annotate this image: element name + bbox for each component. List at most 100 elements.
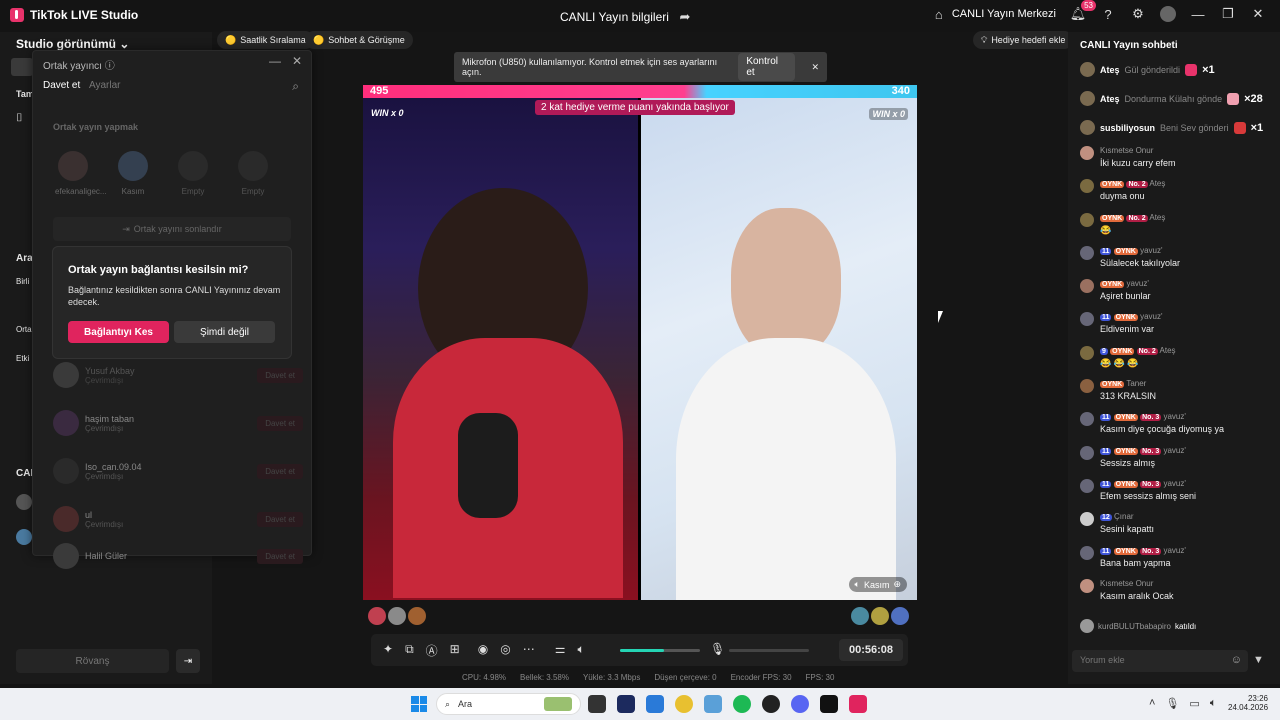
add-source-icon[interactable]: ⊞ [450,642,460,659]
chat-message[interactable]: 11 OYNK No. 3 yavuz' Bana bam yapma [1080,545,1270,579]
mic-slider[interactable] [729,649,809,652]
tiktok-live-studio-icon[interactable] [849,695,867,713]
add-icon[interactable]: ⊕ [893,579,901,590]
chat-message[interactable]: 12 Çınar Sesini kapattı [1080,512,1270,545]
avatar [1080,578,1094,593]
list-item: Halil Güler Davet et [53,543,303,569]
dialog-body: Bağlantınız kesildikten sonra CANLI Yayı… [68,285,281,307]
app-icon[interactable] [762,695,780,713]
chevron-up-icon[interactable]: ˄ [1149,697,1155,710]
filter-icon[interactable]: ▼ [1253,654,1264,666]
tab-settings[interactable]: Ayarlar [89,80,121,91]
invite-button[interactable]: Davet et [257,463,303,479]
invite-button[interactable]: Davet et [257,367,303,383]
avatar[interactable] [408,607,426,625]
avatar[interactable] [871,607,889,625]
share-icon[interactable]: ➦ [677,9,693,25]
volume-slider[interactable] [620,649,700,652]
avatar[interactable] [891,607,909,625]
rematch-button[interactable]: Rövanş [16,649,169,673]
minimize-icon[interactable]: — [1190,6,1206,22]
slot[interactable]: Kasım [115,151,151,196]
studio-view-dropdown[interactable]: Studio görünümü ⌄ [16,37,129,51]
tiktok-icon[interactable] [820,695,838,713]
not-now-button[interactable]: Şimdi değil [174,321,275,343]
more-icon[interactable]: ⋯ [523,642,535,659]
live-info-title[interactable]: CANLI Yayın bilgileri ➦ [560,9,693,25]
avatar[interactable] [388,607,406,625]
chat-message[interactable]: OYNK Taner 313 KRALSIN [1080,379,1270,412]
search-icon[interactable]: ⌕ [292,79,299,94]
close-icon[interactable]: ✕ [292,54,302,68]
settings-app-icon[interactable] [704,695,722,713]
restore-icon[interactable]: ❐ [1220,6,1236,22]
chat-message[interactable]: Kısmetse Onur Kasım aralık Ocak [1080,578,1270,612]
disconnect-button[interactable]: Bağlantıyı Kes [68,321,169,343]
check-button[interactable]: Kontrol et [738,53,796,81]
scene-tab[interactable] [11,58,33,76]
adobe-icon[interactable] [617,695,635,713]
exit-icon[interactable]: ⇥ [176,649,200,673]
emoji-icon[interactable]: ☺ [1231,654,1242,666]
invite-button[interactable]: Davet et [257,415,303,431]
help-icon[interactable]: ? [1100,6,1116,22]
avatar[interactable] [851,607,869,625]
chat-message[interactable]: 11 OYNK No. 3 yavuz' Efem sessizs almış … [1080,478,1270,512]
clock[interactable]: 23:26 24.04.2026 [1228,694,1268,712]
taskbar-search[interactable]: ⌕ Ara [436,693,581,715]
tiktok-logo-icon [10,8,24,22]
minimize-icon[interactable]: — [269,54,281,68]
volume-icon[interactable]: 🔈︎ [1210,697,1217,710]
task-view-icon[interactable] [588,695,606,713]
hourly-ranking-pill[interactable]: 🟡 Saatlik Sıralama [217,31,314,49]
start-icon[interactable] [411,696,427,712]
slot[interactable]: Empty [235,151,271,196]
chat-message[interactable]: OYNK No. 2 Ateş duyma onu [1080,179,1270,212]
chat-meet-pill[interactable]: 🟡 Sohbet & Görüşme [305,31,413,49]
end-cohost-button[interactable]: ⇥ Ortak yayını sonlandır [53,217,291,241]
speaker-icon[interactable]: 🔈︎ [855,579,860,590]
chat-message[interactable]: 9 OYNK No. 2 Ateş 😂 😂 😂 [1080,345,1270,379]
outlook-icon[interactable] [646,695,664,713]
camera-switch-icon[interactable]: ◎ [500,642,510,659]
invite-button[interactable]: Davet et [257,511,303,527]
discord-icon[interactable] [791,695,809,713]
user-badge: 11 [1100,414,1112,422]
chrome-icon[interactable] [675,695,693,713]
live-center-button[interactable]: ⌂ CANLI Yayın Merkezi [931,6,1056,22]
chat-message[interactable]: 11 OYNK No. 3 yavuz' Sessizs almış [1080,445,1270,479]
effects-icon[interactable]: ⧉ [405,642,414,659]
record-icon[interactable]: ◉ [478,642,488,659]
pk-score-bar [363,85,917,98]
close-icon[interactable]: ✕ [1250,6,1266,22]
comment-input[interactable]: Yorum ekle ☺ [1072,650,1248,672]
spotify-icon[interactable] [733,695,751,713]
tab-invite[interactable]: Davet et [43,80,80,91]
volume-fill [620,649,664,652]
slot[interactable]: Empty [175,151,211,196]
sliders-icon[interactable]: ⚌ [555,642,566,659]
ai-icon[interactable]: Ⓐ [426,642,438,659]
monitor-icon[interactable]: ▭ [1189,697,1199,710]
chat-message[interactable]: 11 OYNK No. 3 yavuz' Kasım diye çocuğa d… [1080,412,1270,445]
invite-button[interactable]: Davet et [257,548,303,564]
avatar[interactable] [368,607,386,625]
profile-avatar[interactable] [1160,6,1176,22]
chat-message[interactable]: OYNK yavuz' Aşiret bunlar [1080,279,1270,312]
microphone-icon[interactable]: 🎙︎ [1165,697,1179,710]
gear-icon[interactable]: ⚙ [1130,6,1146,22]
chat-message[interactable]: Kısmetse Onur İki kuzu carry efem [1080,146,1270,179]
magic-wand-icon[interactable]: ✦ [383,642,393,659]
microphone-icon[interactable]: 🎙︎ [710,642,725,656]
guest-name-tag[interactable]: 🔈︎ Kasım ⊕ [848,577,907,592]
camera-icon[interactable]: ⌷ [16,112,23,125]
close-icon[interactable]: ✕ [811,62,819,73]
speaker-icon[interactable]: 🔈︎ [577,642,584,659]
avatar [16,529,32,545]
bell-icon[interactable]: 🔔︎ 53 [1070,0,1096,22]
slot[interactable]: efekanaligec... [55,151,107,196]
chat-message[interactable]: 11 OYNK yavuz' Eldivenim var [1080,312,1270,345]
chat-message[interactable]: OYNK No. 2 Ateş 😂 [1080,212,1270,246]
chat-message[interactable]: 11 OYNK yavuz' Sülalecek takılıyolar [1080,245,1270,279]
gift-goal-pill[interactable]: 💡︎ Hediye hedefi ekle [973,31,1074,49]
